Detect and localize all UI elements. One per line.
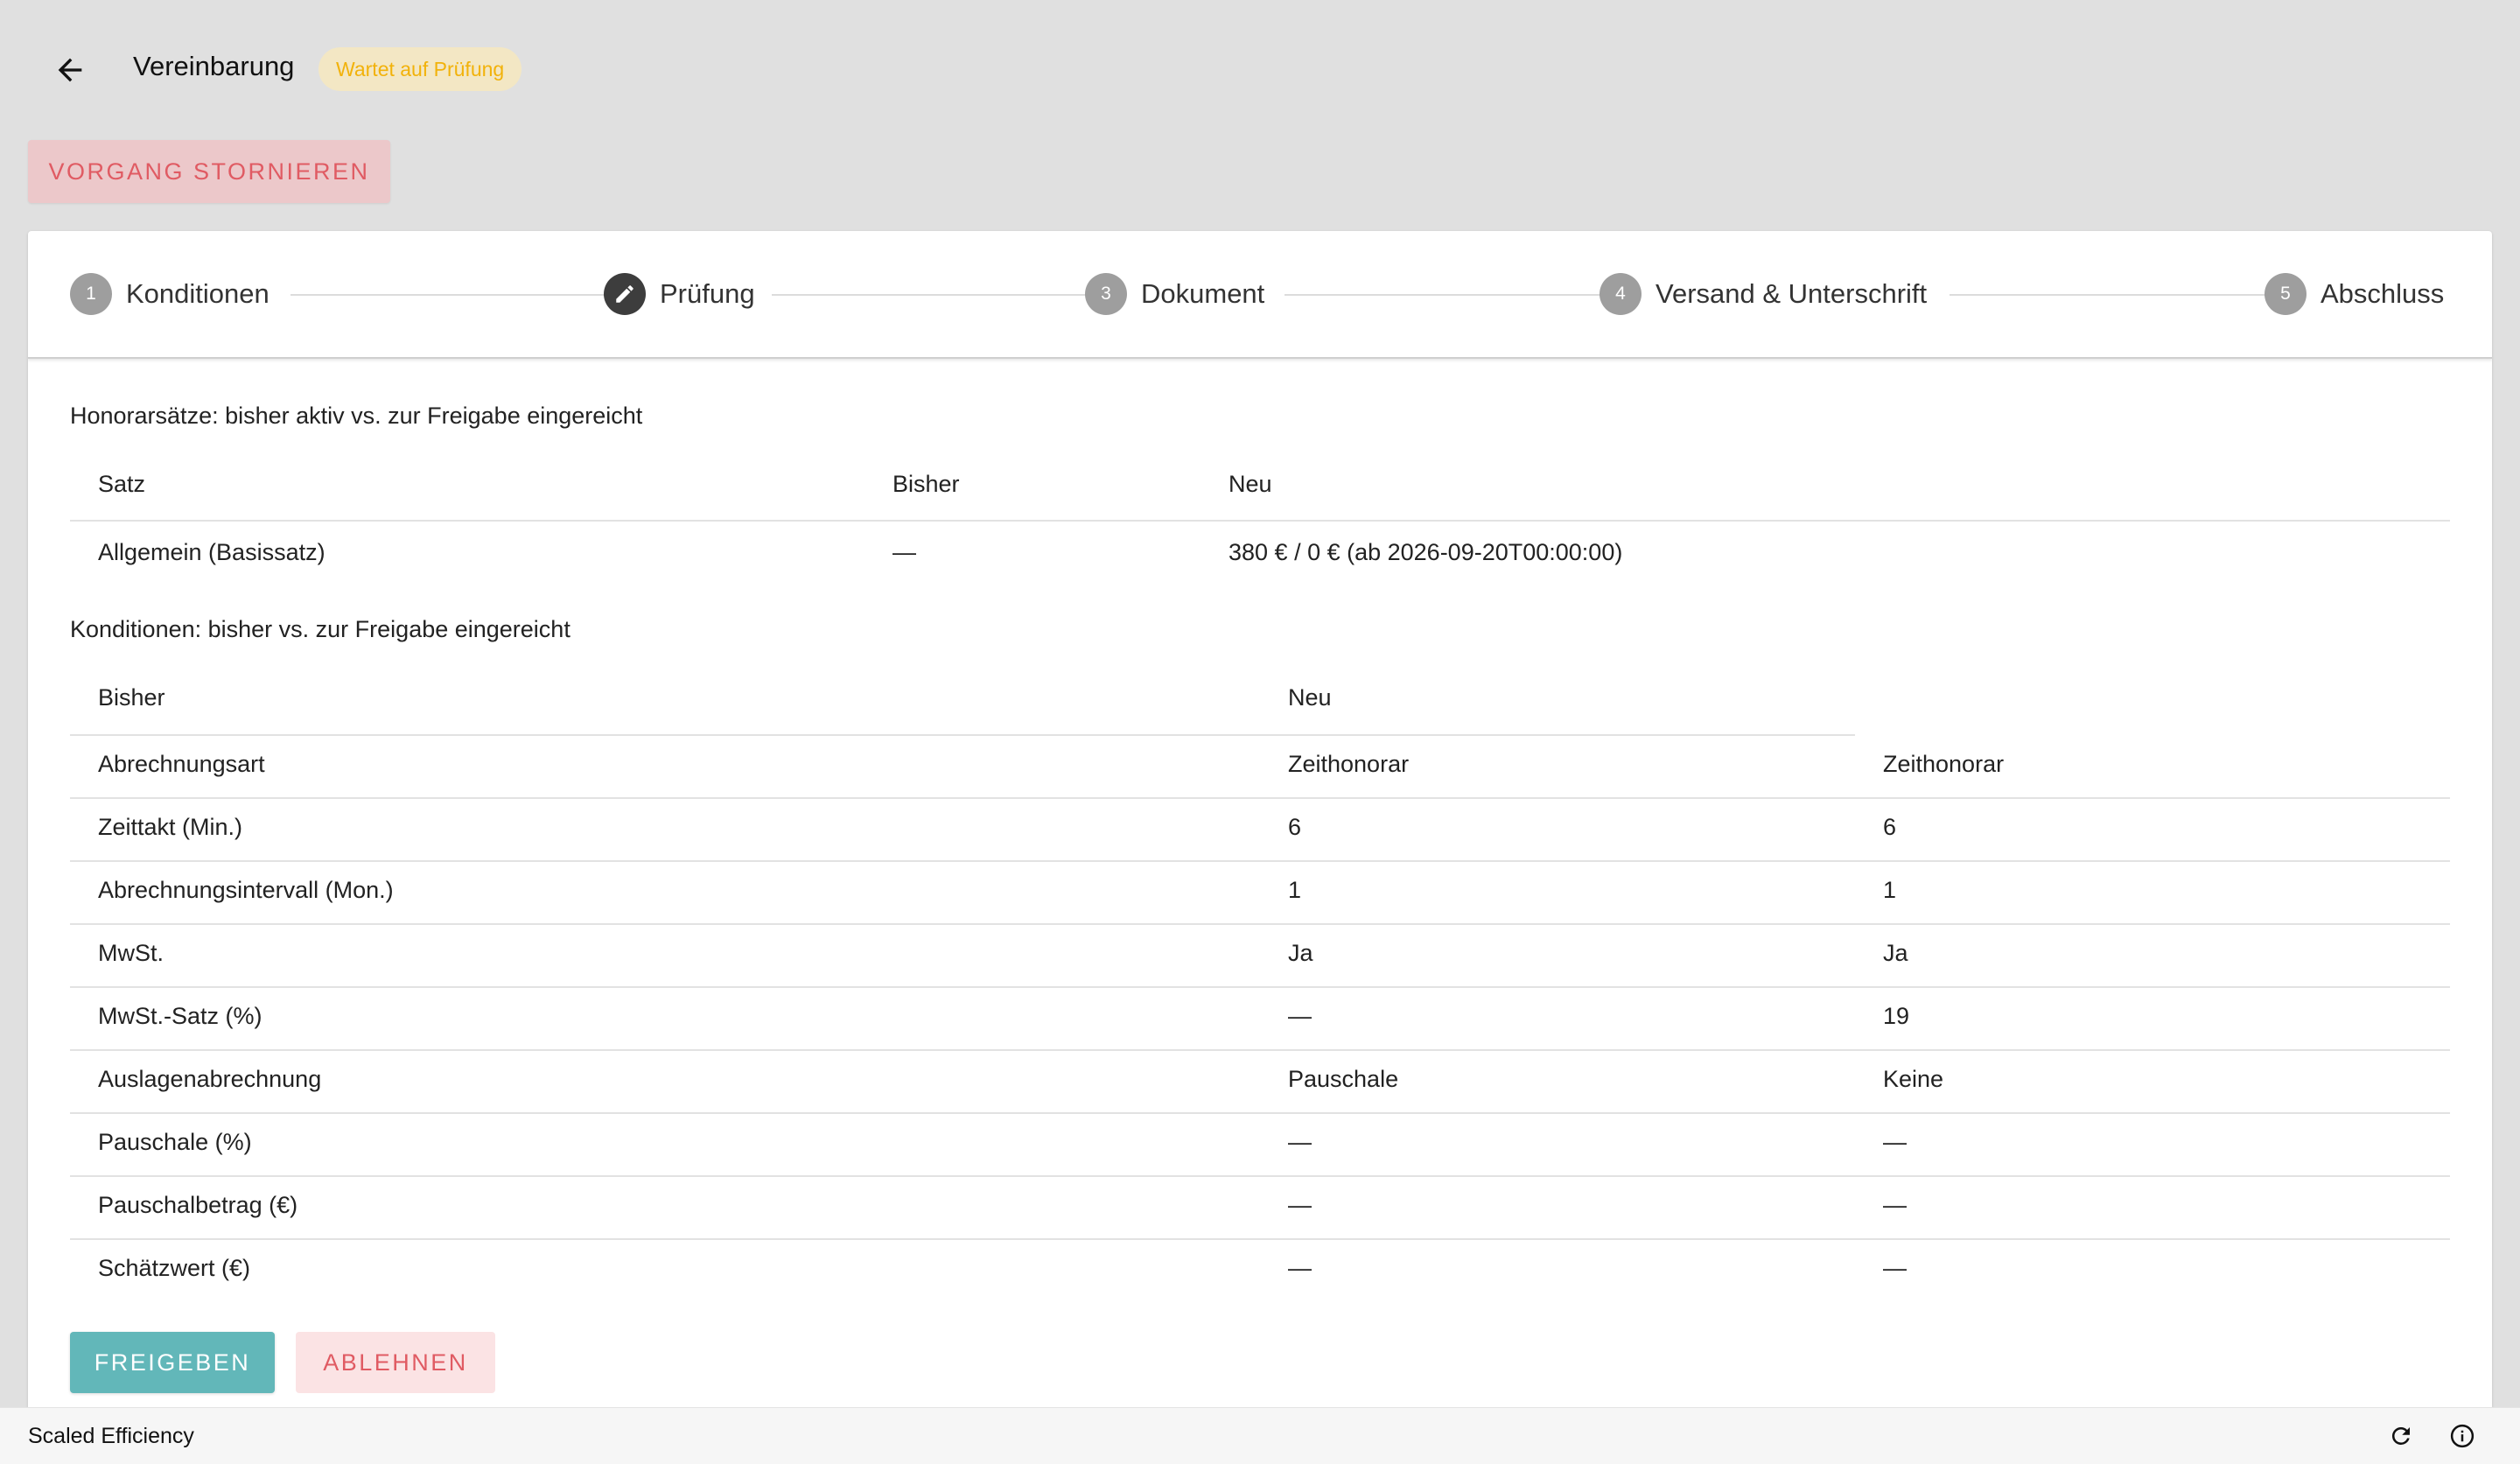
step-label: Versand & Unterschrift bbox=[1656, 278, 1928, 309]
condition-label: Zeittakt (Min.) bbox=[98, 814, 243, 840]
condition-label: Abrechnungsart bbox=[98, 751, 265, 777]
condition-previous: 1 bbox=[1288, 877, 1302, 903]
condition-new: — bbox=[1883, 1255, 1907, 1281]
condition-new: Keine bbox=[1883, 1066, 1944, 1092]
table-divider bbox=[70, 923, 2450, 925]
refresh-icon bbox=[2391, 1427, 2410, 1445]
step-versand-unterschrift[interactable]: 4 Versand & Unterschrift bbox=[1600, 273, 1927, 315]
condition-label: MwSt.-Satz (%) bbox=[98, 1003, 262, 1029]
info-icon bbox=[2450, 1424, 2474, 1448]
rate-name: Allgemein (Basissatz) bbox=[98, 539, 326, 565]
table-divider bbox=[70, 1175, 2450, 1177]
rate-new: 380 € / 0 € (ab 2026-09-20T00:00:00) bbox=[1228, 539, 1623, 565]
page-title: Vereinbarung bbox=[133, 51, 295, 81]
condition-label: Auslagenabrechnung bbox=[98, 1066, 322, 1092]
conditions-section-title: Konditionen: bisher vs. zur Freigabe ein… bbox=[70, 616, 570, 642]
step-connector bbox=[772, 294, 1101, 296]
step-label: Dokument bbox=[1141, 278, 1265, 309]
condition-new: 1 bbox=[1883, 877, 1897, 903]
rate-previous: — bbox=[892, 539, 916, 565]
back-button[interactable] bbox=[46, 46, 94, 95]
step-number: 4 bbox=[1600, 273, 1642, 315]
step-label: Konditionen bbox=[126, 278, 270, 309]
condition-label: MwSt. bbox=[98, 940, 164, 966]
stepper: 1 Konditionen Prüfung 3 Dokument 4 Versa… bbox=[28, 231, 2492, 359]
cancel-process-button[interactable]: VORGANG STORNIEREN bbox=[28, 140, 390, 203]
condition-new: 19 bbox=[1883, 1003, 1910, 1029]
conditions-header-bisher: Bisher bbox=[98, 684, 165, 711]
condition-previous: Zeithonorar bbox=[1288, 751, 1410, 777]
condition-previous: Pauschale bbox=[1288, 1066, 1399, 1092]
step-number: 3 bbox=[1085, 273, 1127, 315]
app-name: Scaled Efficiency bbox=[28, 1424, 194, 1448]
table-divider bbox=[70, 797, 2450, 799]
step-active-indicator bbox=[604, 273, 646, 315]
step-abschluss[interactable]: 5 Abschluss bbox=[2264, 273, 2444, 315]
condition-new: Ja bbox=[1883, 940, 1908, 966]
step-label: Abschluss bbox=[2320, 278, 2445, 309]
step-connector bbox=[1950, 294, 2270, 296]
condition-previous: — bbox=[1288, 1003, 1312, 1029]
condition-label: Abrechnungsintervall (Mon.) bbox=[98, 877, 394, 903]
condition-new: — bbox=[1883, 1192, 1907, 1218]
rates-section-title: Honorarsätze: bisher aktiv vs. zur Freig… bbox=[70, 403, 643, 429]
refresh-button[interactable] bbox=[2385, 1420, 2417, 1452]
step-connector bbox=[290, 294, 614, 296]
condition-previous: 6 bbox=[1288, 814, 1302, 840]
table-divider bbox=[70, 734, 1855, 736]
approve-button[interactable]: FREIGEBEN bbox=[70, 1332, 275, 1393]
table-divider bbox=[70, 1238, 2450, 1240]
condition-previous: — bbox=[1288, 1192, 1312, 1218]
reject-button[interactable]: ABLEHNEN bbox=[296, 1332, 495, 1393]
condition-new: 6 bbox=[1883, 814, 1897, 840]
condition-new: — bbox=[1883, 1129, 1907, 1155]
step-number: 1 bbox=[70, 273, 112, 315]
table-divider bbox=[70, 860, 2450, 862]
condition-previous: — bbox=[1288, 1129, 1312, 1155]
review-card: 1 Konditionen Prüfung 3 Dokument 4 Versa… bbox=[28, 231, 2492, 1439]
page-header: Vereinbarung Wartet auf Prüfung bbox=[0, 0, 2520, 140]
status-badge: Wartet auf Prüfung bbox=[318, 47, 522, 91]
step-dokument[interactable]: 3 Dokument bbox=[1085, 273, 1264, 315]
rates-header-satz: Satz bbox=[98, 471, 146, 497]
rates-header-bisher: Bisher bbox=[892, 471, 960, 497]
pencil-icon bbox=[616, 285, 634, 303]
table-divider bbox=[70, 1049, 2450, 1051]
condition-label: Pauschalbetrag (€) bbox=[98, 1192, 298, 1218]
rates-header-neu: Neu bbox=[1228, 471, 1272, 497]
condition-new: Zeithonorar bbox=[1883, 751, 2005, 777]
condition-previous: — bbox=[1288, 1255, 1312, 1281]
step-label: Prüfung bbox=[660, 278, 755, 309]
step-konditionen[interactable]: 1 Konditionen bbox=[70, 273, 270, 315]
app-footer: Scaled Efficiency bbox=[0, 1407, 2520, 1464]
table-divider bbox=[70, 986, 2450, 988]
conditions-header-neu: Neu bbox=[1288, 684, 1332, 711]
condition-label: Schätzwert (€) bbox=[98, 1255, 251, 1281]
step-pruefung[interactable]: Prüfung bbox=[604, 273, 755, 315]
arrow-left-icon bbox=[58, 58, 82, 82]
table-divider bbox=[70, 1112, 2450, 1114]
condition-label: Pauschale (%) bbox=[98, 1129, 252, 1155]
condition-previous: Ja bbox=[1288, 940, 1313, 966]
table-divider bbox=[70, 520, 2450, 522]
info-button[interactable] bbox=[2446, 1420, 2478, 1452]
step-number: 5 bbox=[2264, 273, 2306, 315]
step-connector bbox=[1284, 294, 1615, 296]
